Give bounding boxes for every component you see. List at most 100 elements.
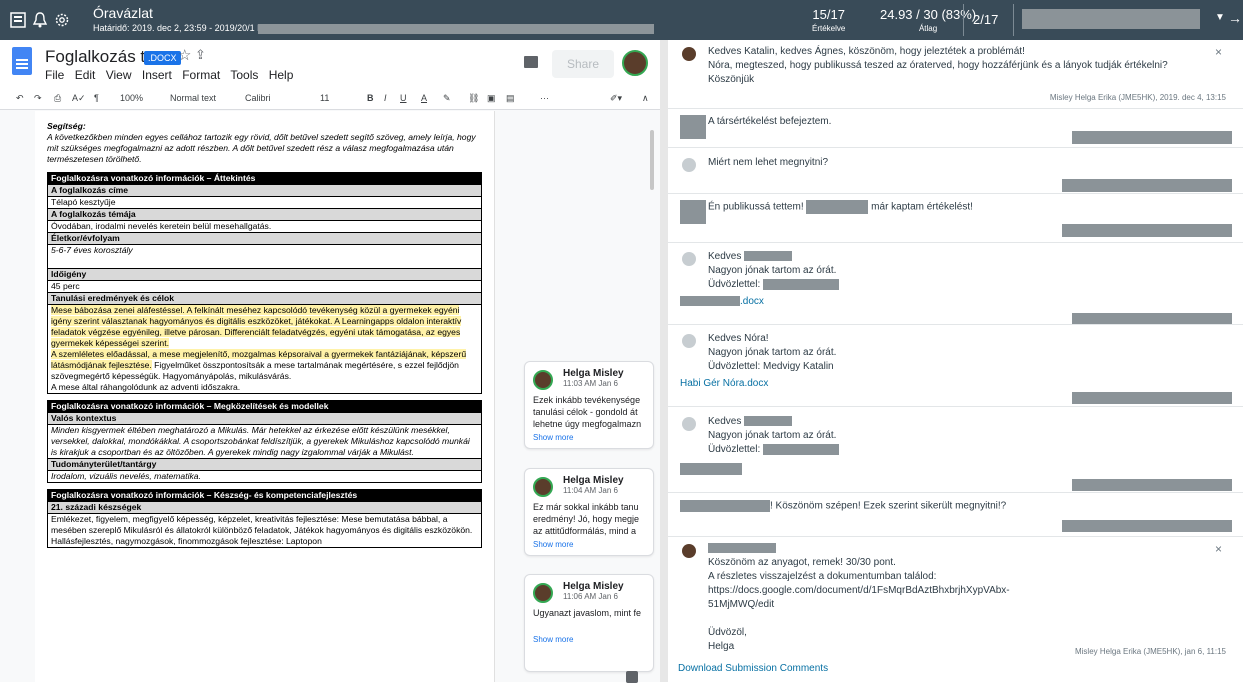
row-label: A foglalkozás témája [47, 208, 482, 221]
row-label: Életkor/évfolyam [47, 232, 482, 245]
commented-text[interactable]: Mese bábozása zenei aláfestéssel. A felk… [51, 305, 462, 348]
row-value[interactable]: Mese bábozása zenei aláfestéssel. A felk… [47, 304, 482, 394]
row-value[interactable]: Emlékezet, figyelem, megfigyelő képesség… [47, 513, 482, 548]
student-select[interactable] [1022, 9, 1200, 29]
redacted-meta [1062, 520, 1232, 532]
add-comment-icon[interactable]: ▣ [487, 93, 496, 104]
comment-text: Miért nem lehet megnyitni? [708, 157, 829, 168]
rubric-icon[interactable] [9, 11, 27, 29]
link-icon[interactable]: ⛓ [468, 93, 479, 104]
move-icon[interactable]: ⇪ [195, 47, 206, 63]
avatar [682, 417, 696, 431]
comment-text: Üdvözöl, [708, 627, 747, 638]
underline-button[interactable]: U [400, 93, 407, 103]
show-more-link[interactable]: Show more [533, 433, 645, 442]
menu-insert[interactable]: Insert [142, 68, 172, 82]
doc-comment-card[interactable]: Helga Misley 11:03 AM Jan 6 Ezek inkább … [524, 361, 654, 449]
redo-icon[interactable]: ↷ [34, 93, 42, 104]
comment-time: 11:06 AM Jan 6 [563, 592, 618, 601]
scrollbar[interactable] [650, 130, 654, 190]
print-icon[interactable]: ⎙ [54, 93, 61, 104]
chevron-down-icon[interactable]: ▼ [1215, 12, 1225, 23]
body-text: A mese által ráhangolódunk az adventi id… [51, 382, 241, 392]
avatar [533, 477, 553, 497]
menu-edit[interactable]: Edit [75, 68, 96, 82]
download-comments-link[interactable]: Download Submission Comments [678, 663, 828, 674]
row-label: 21. századi készségek [47, 501, 482, 514]
section-heading: Foglalkozásra vonatkozó információk – Me… [47, 400, 482, 413]
row-label: Valós kontextus [47, 412, 482, 425]
row-value[interactable]: Télapó kesztyűje [47, 196, 482, 209]
show-more-link[interactable]: Show more [533, 540, 645, 549]
redacted-avatar [680, 200, 706, 224]
menu-format[interactable]: Format [182, 68, 220, 82]
paint-format-icon[interactable]: ¶ [94, 93, 99, 103]
row-value[interactable]: 45 perc [47, 280, 482, 293]
undo-icon[interactable]: ↶ [16, 93, 24, 104]
comment-text: már kaptam értékelést! [871, 201, 973, 213]
attachment-link[interactable]: Habi Gér Nóra.docx [680, 378, 1232, 389]
menu-file[interactable]: File [45, 68, 64, 82]
header-divider [1013, 4, 1014, 36]
redacted-meta [1062, 224, 1232, 237]
comment-time: 11:04 AM Jan 6 [563, 486, 618, 495]
header-divider [963, 4, 964, 36]
comment-meta: Misley Helga Erika (JME5HK), jan 6, 11:1… [1074, 647, 1226, 656]
assignment-title[interactable]: Óravázlat [93, 5, 153, 21]
font-size-select[interactable]: 11 [320, 93, 329, 103]
redacted-meta [1072, 479, 1232, 491]
share-button[interactable]: Share [552, 50, 614, 78]
row-label: Tanulási eredmények és célok [47, 292, 482, 305]
comment-text: Kedves [708, 251, 742, 262]
redacted-meta [1072, 131, 1232, 144]
overview-table: Foglalkozásra vonatkozó információk – Át… [47, 172, 482, 394]
font-select[interactable]: Calibri [245, 93, 271, 103]
row-value[interactable]: 5-6-7 éves korosztály [47, 244, 482, 269]
doc-comment-card[interactable]: Helga Misley 11:04 AM Jan 6 Ez már sokka… [524, 468, 654, 556]
collapse-icon[interactable]: ∧ [642, 93, 649, 104]
row-label: A foglalkozás címe [47, 184, 482, 197]
next-student-arrow-icon[interactable]: → [1228, 10, 1242, 26]
menu-view[interactable]: View [106, 68, 132, 82]
image-icon[interactable]: ▤ [506, 93, 515, 104]
gear-icon[interactable] [53, 11, 71, 29]
document-preview: Foglalkozás terv .DOCX ☆ ⇪ File Edit Vie… [0, 40, 660, 682]
spellcheck-icon[interactable]: A✓ [72, 93, 86, 104]
star-icon[interactable]: ☆ [178, 46, 191, 64]
pane-resize-handle[interactable] [660, 40, 668, 682]
delete-comment-icon[interactable]: × [1215, 542, 1222, 556]
row-value[interactable]: Óvodában, irodalmi nevelés keretein belü… [47, 220, 482, 233]
row-value[interactable]: Minden kisgyermek éltében meghatározó a … [47, 424, 482, 459]
skills-table: Foglalkozásra vonatkozó információk – Ké… [47, 489, 482, 548]
highlight-icon[interactable]: ✎ [443, 93, 451, 104]
doc-page: Segítség: A következőkben minden egyes c… [35, 111, 495, 682]
comment-author: Helga Misley [563, 581, 624, 592]
doc-comment-card[interactable]: Helga Misley 11:06 AM Jan 6 Ugyanazt jav… [524, 574, 654, 672]
bell-icon[interactable] [31, 11, 49, 29]
menu-help[interactable]: Help [269, 68, 294, 82]
comment-divider [668, 406, 1243, 407]
add-comment-icon[interactable] [626, 671, 638, 683]
editing-mode-icon[interactable]: ✐▾ [610, 93, 622, 104]
show-more-link[interactable]: Show more [533, 635, 645, 644]
bold-button[interactable]: B [367, 93, 374, 103]
avatar [682, 158, 696, 172]
comment-history-icon[interactable] [524, 56, 538, 68]
text-color-button[interactable]: A [421, 93, 427, 103]
style-select[interactable]: Normal text [170, 93, 216, 103]
avatar[interactable] [622, 50, 648, 76]
comment-text: A társértékelést befejeztem. [708, 116, 832, 127]
italic-button[interactable]: I [384, 93, 387, 103]
more-button[interactable]: ··· [540, 93, 549, 103]
attachment-link[interactable]: .docx [740, 296, 764, 307]
average-score: 24.93 / 30 (83%) Átlag [880, 7, 977, 33]
help-title: Segítség: [47, 121, 86, 131]
menu-tools[interactable]: Tools [230, 68, 258, 82]
assignment-deadline: Határidő: 2019. dec 2, 23:59 - 2019/20/1… [93, 23, 279, 33]
comment-item: ! Köszönöm szépen! Ezek szerint sikerült… [680, 500, 1232, 532]
delete-comment-icon[interactable]: × [1215, 45, 1222, 59]
help-text: A következőkben minden egyes cellához ta… [47, 132, 476, 164]
row-value[interactable]: Irodalom, vizuális nevelés, matematika. [47, 470, 482, 483]
zoom-select[interactable]: 100% [120, 93, 143, 103]
comment-author: Helga Misley [563, 475, 624, 486]
